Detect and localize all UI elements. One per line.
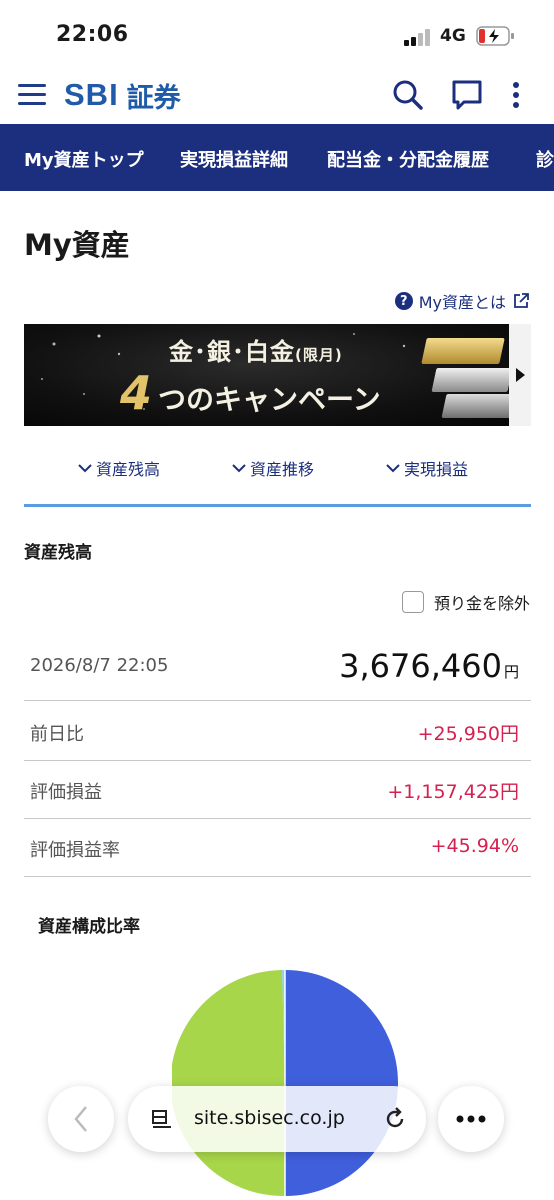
status-time: 22:06: [56, 22, 129, 47]
jump-realized-label: 実現損益: [404, 460, 469, 479]
banner-headline: 金･銀･白金(限月): [169, 332, 343, 367]
day-change-row: 前日比 +25,950円: [24, 703, 531, 761]
tab-my-assets-top[interactable]: My資産トップ: [24, 146, 144, 172]
network-type: 4G: [440, 26, 466, 46]
composition-pie-chart: [170, 969, 398, 1197]
more-horizontal-icon: [456, 1115, 486, 1123]
app-header: SBI 証券: [0, 66, 554, 124]
silver-bar-image: [431, 368, 513, 392]
jump-trend-label: 資産推移: [250, 460, 315, 479]
total-amount: 3,676,460: [339, 647, 502, 685]
composition-title: 資産構成比率: [38, 917, 140, 937]
gold-bar-image: [421, 338, 505, 364]
total-balance: 2026/8/7 22:05 3,676,460 円: [24, 637, 531, 701]
tab-diagnosis[interactable]: 診: [536, 146, 554, 172]
exclude-deposit-checkbox[interactable]: [401, 591, 424, 613]
banner-number: 4: [120, 366, 153, 420]
about-my-assets-link[interactable]: ? My資産とは: [394, 289, 530, 313]
logo-subtext: 証券: [126, 82, 181, 114]
signal-icon: [404, 28, 434, 46]
more-vertical-icon[interactable]: [506, 78, 526, 112]
chevron-left-icon: [74, 1106, 87, 1132]
status-bar: 22:06 4G: [0, 0, 554, 66]
browser-more-button[interactable]: [438, 1086, 504, 1152]
row-value: +25,950円: [417, 723, 519, 745]
campaign-banner[interactable]: 金･銀･白金(限月) 4 つのキャンペーン: [24, 324, 531, 426]
row-value: +45.94%: [430, 835, 519, 857]
pie-slice-blue: [285, 970, 398, 1196]
sbi-logo[interactable]: SBI 証券: [64, 76, 181, 114]
search-icon[interactable]: [391, 78, 425, 112]
reload-icon[interactable]: [382, 1106, 408, 1132]
unrealized-pl-rate-row: 評価損益率 +45.94%: [24, 819, 531, 877]
address-bar[interactable]: site.sbisec.co.jp: [128, 1086, 426, 1152]
battery-icon: [476, 26, 516, 46]
tab-nav: My資産トップ 実現損益詳細 配当金・分配金履歴 診: [0, 124, 554, 191]
menu-icon[interactable]: [18, 83, 46, 107]
row-value: +1,157,425円: [387, 781, 519, 803]
pie-slice-green: [170, 970, 285, 1197]
exclude-deposit-label: 預り金を除外: [433, 594, 530, 613]
row-label: 評価損益: [30, 782, 102, 803]
section-divider: [24, 504, 531, 507]
exclude-deposit-toggle[interactable]: 預り金を除外: [401, 590, 530, 614]
banner-term: (限月): [295, 346, 343, 364]
banner-next-arrow-icon[interactable]: [509, 324, 531, 426]
external-link-icon: [514, 293, 529, 308]
total-unit: 円: [503, 663, 519, 681]
balance-datetime: 2026/8/7 22:05: [30, 655, 169, 676]
balance-section-title: 資産残高: [24, 543, 92, 563]
chevron-down-icon: [232, 464, 246, 473]
row-label: 評価損益率: [30, 840, 120, 861]
banner-subheadline: 4 つのキャンペーン: [120, 370, 381, 418]
jump-balance[interactable]: 資産残高: [78, 456, 160, 480]
tab-overview-icon[interactable]: [150, 1108, 174, 1132]
url-text: site.sbisec.co.jp: [194, 1107, 345, 1129]
about-link-label: My資産とは: [418, 293, 506, 312]
row-label: 前日比: [30, 724, 84, 745]
tab-dividend-history[interactable]: 配当金・分配金履歴: [327, 146, 489, 172]
unrealized-pl-row: 評価損益 +1,157,425円: [24, 761, 531, 819]
banner-campaign: つのキャンペーン: [158, 383, 381, 416]
chevron-down-icon: [386, 464, 400, 473]
chevron-down-icon: [78, 464, 92, 473]
total-value: 3,676,460 円: [339, 647, 519, 685]
logo-text: SBI: [64, 77, 119, 112]
chat-icon[interactable]: [450, 78, 484, 112]
help-icon: ?: [394, 292, 413, 310]
jump-balance-label: 資産残高: [96, 460, 161, 479]
page-title: My資産: [24, 228, 130, 262]
banner-metals: 金･銀･白金: [169, 338, 295, 366]
jump-realized[interactable]: 実現損益: [386, 456, 468, 480]
jump-trend[interactable]: 資産推移: [232, 456, 314, 480]
platinum-bar-image: [441, 394, 519, 418]
tab-realized-pl[interactable]: 実現損益詳細: [180, 146, 288, 172]
browser-back-button[interactable]: [48, 1086, 114, 1152]
